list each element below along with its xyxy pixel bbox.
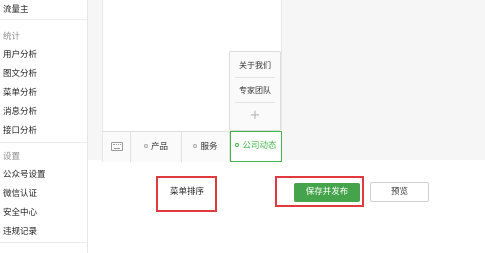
submenu-divider <box>235 77 275 78</box>
sidebar-item-menu-analysis[interactable]: 菜单分析 <box>3 86 37 98</box>
menu-tab-company-news[interactable]: 公司动态 <box>230 131 282 162</box>
submenu-item-about-us[interactable]: 关于我们 <box>230 60 280 71</box>
sidebar-divider <box>0 142 87 143</box>
sidebar-divider <box>0 19 87 20</box>
sidebar-item-security-center[interactable]: 安全中心 <box>3 206 37 218</box>
sidebar-item-wechat-verification[interactable]: 微信认证 <box>3 187 37 199</box>
sidebar-item-article-analysis[interactable]: 图文分析 <box>3 67 37 79</box>
keyboard-icon <box>111 142 123 151</box>
save-and-publish-button[interactable]: 保存并发布 <box>294 183 360 202</box>
sidebar-item-violation-records[interactable]: 违规记录 <box>3 225 37 237</box>
menu-tab-products[interactable]: 产品 <box>131 132 182 162</box>
menu-tab-label: 公司动态 <box>242 141 277 151</box>
menu-tab-label: 服务 <box>200 142 218 152</box>
sidebar-item-api-analysis[interactable]: 接口分析 <box>3 124 37 136</box>
menu-tab-services[interactable]: 服务 <box>182 132 230 162</box>
menu-sort-button[interactable]: 菜单排序 <box>167 183 207 201</box>
submenu-popup: 关于我们 专家团队 + <box>229 51 281 131</box>
sidebar-section-stats: 统计 <box>3 32 21 42</box>
sidebar-item-user-analysis[interactable]: 用户分析 <box>3 48 37 60</box>
menu-dot-icon <box>193 143 198 148</box>
sidebar-section-settings: 设置 <box>3 152 21 162</box>
keyboard-toggle[interactable] <box>103 132 131 162</box>
menu-dot-icon <box>235 142 240 147</box>
sidebar-item-message-analysis[interactable]: 消息分析 <box>3 105 37 117</box>
submenu-item-expert-team[interactable]: 专家团队 <box>230 85 280 96</box>
sidebar-item-traffic-master[interactable]: 流量主 <box>3 3 29 15</box>
menu-tab-label: 产品 <box>150 142 168 152</box>
sidebar-item-account-settings[interactable]: 公众号设置 <box>3 168 46 180</box>
custom-menu-bar: 产品 服务 公司动态 <box>102 131 282 162</box>
sidebar-divider <box>0 242 87 243</box>
submenu-divider <box>235 102 275 103</box>
add-submenu-icon[interactable]: + <box>230 108 280 123</box>
sidebar: 流量主 统计 用户分析 图文分析 菜单分析 消息分析 接口分析 设置 公众号设置… <box>0 0 88 253</box>
menu-dot-icon <box>143 143 148 148</box>
preview-button[interactable]: 预览 <box>370 182 429 202</box>
